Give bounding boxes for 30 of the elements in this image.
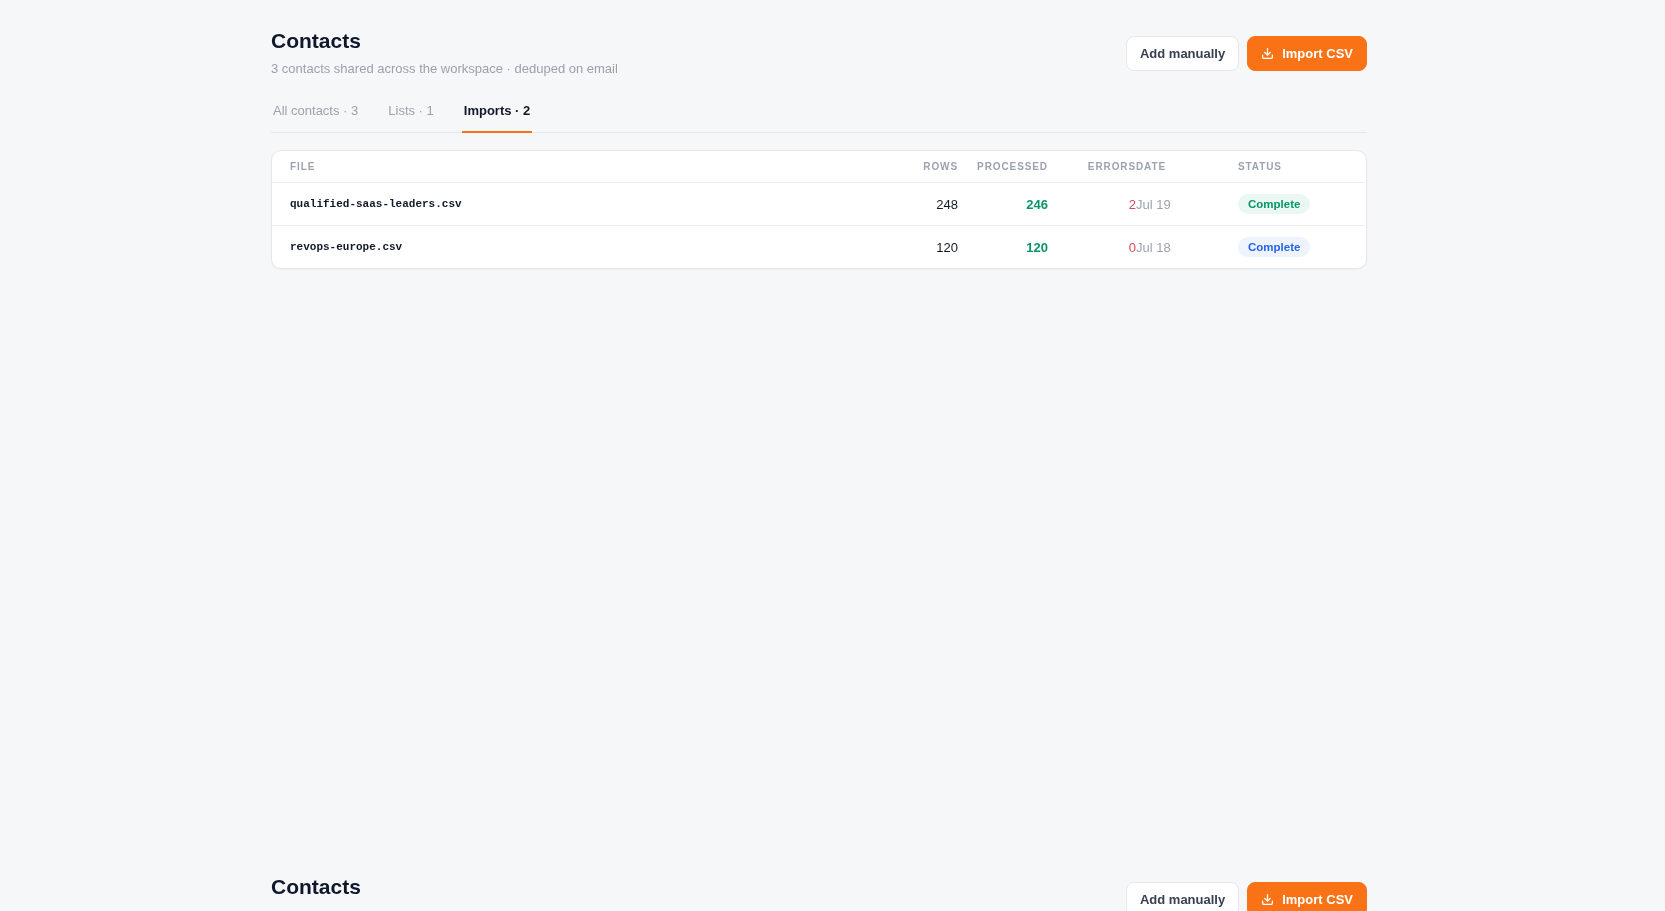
add-manually-button[interactable]: Add manually xyxy=(1125,36,1240,71)
table-cell: 0 xyxy=(1128,239,1136,255)
table-cell: Jul 19 xyxy=(1136,196,1171,212)
column-header: DATE xyxy=(1136,161,1167,172)
table-cell: 246 xyxy=(1026,196,1048,212)
tab[interactable]: Imports · 2 xyxy=(461,101,533,133)
page-title: Contacts xyxy=(271,874,361,900)
table-cell: 120 xyxy=(936,239,958,255)
file-name-cell: qualified-saas-leaders.csv xyxy=(290,198,462,210)
column-header: STATUS xyxy=(1238,161,1282,172)
table-cell: 2 xyxy=(1128,196,1136,212)
table-cell: 120 xyxy=(1026,239,1048,255)
tab[interactable]: Lists · 1 xyxy=(386,101,436,133)
column-header: ROWS xyxy=(923,161,958,172)
table-cell: Jul 18 xyxy=(1136,239,1171,255)
import-csv-button[interactable]: Import CSV xyxy=(1247,882,1367,911)
page-subtitle: 3 contacts shared across the workspace · deduped on email xyxy=(271,60,618,78)
add-manually-button[interactable]: Add manually xyxy=(1125,882,1240,911)
status-badge: Complete xyxy=(1238,194,1311,214)
column-header: ERRORS xyxy=(1087,161,1136,172)
download-icon xyxy=(1261,893,1275,906)
page-title: Contacts xyxy=(271,28,361,54)
table-cell: 248 xyxy=(936,196,958,212)
file-name-cell: revops-europe.csv xyxy=(290,241,403,253)
status-badge: Complete xyxy=(1238,237,1311,257)
download-icon xyxy=(1261,47,1275,60)
column-header: FILE xyxy=(290,161,316,172)
import-csv-button[interactable]: Import CSV xyxy=(1247,36,1367,71)
tab[interactable]: All contacts · 3 xyxy=(271,101,361,133)
column-header: PROCESSED xyxy=(977,161,1048,172)
